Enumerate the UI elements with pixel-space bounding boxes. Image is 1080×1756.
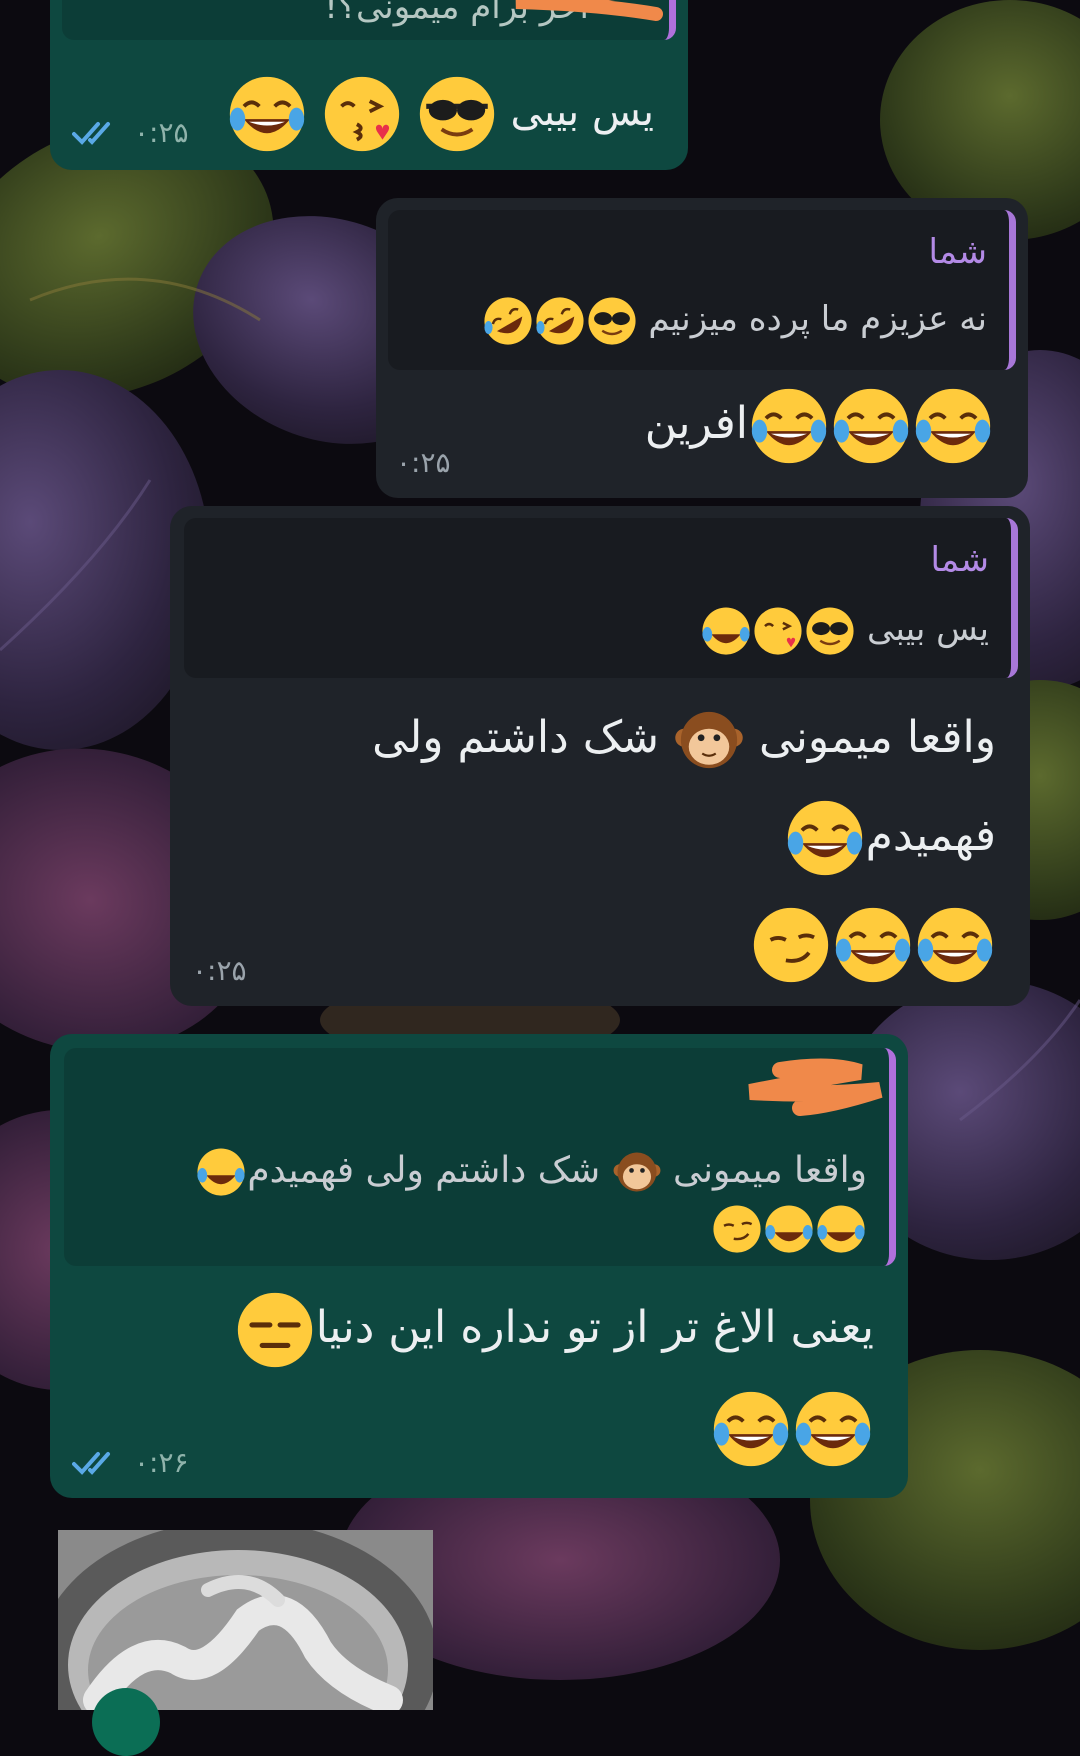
tears-of-joy-emoji bbox=[833, 388, 909, 464]
emoji-line bbox=[80, 1382, 874, 1472]
redacted-name-scribble bbox=[748, 1058, 883, 1116]
read-ticks-icon bbox=[72, 122, 110, 145]
tears-of-joy-emoji bbox=[915, 388, 991, 464]
tears-of-joy-emoji bbox=[835, 907, 911, 982]
expressionless-emoji bbox=[237, 1292, 312, 1368]
reply-preview[interactable]: شما نه عزیزم ما پرده میزنیم bbox=[388, 210, 1016, 370]
tears-of-joy-emoji bbox=[787, 800, 862, 876]
reply-author: شما bbox=[928, 232, 987, 272]
message-time: ۰:۲۵ bbox=[134, 116, 189, 149]
message-text: افرین bbox=[644, 398, 748, 449]
message-time: ۰:۲۵ bbox=[192, 954, 247, 987]
message-text: فهمیدم bbox=[865, 810, 996, 861]
sunglasses-emoji bbox=[419, 76, 494, 152]
reply-text: شک داشتم ولی فهمیدم bbox=[247, 1150, 601, 1191]
reply-text-line: نه عزیزم ما پرده میزنیم bbox=[406, 290, 987, 348]
message-time: ۰:۲۵ bbox=[396, 446, 451, 479]
message-bubble-outgoing[interactable]: آخر برام میمونی؟! یس بیبی ۰:۲۵ bbox=[50, 0, 688, 170]
reply-text-line: واقعا میمونی شک داشتم ولی فهمیدم bbox=[82, 1142, 867, 1200]
reply-preview[interactable]: شما یس بیبی bbox=[184, 518, 1018, 678]
message-text-line: فهمیدم bbox=[200, 790, 996, 882]
message-text-line: واقعا میمونی شک داشتم ولی bbox=[200, 692, 996, 784]
sunglasses-emoji bbox=[588, 296, 636, 345]
message-list[interactable]: آخر برام میمونی؟! یس بیبی ۰:۲۵ شما نه عز… bbox=[0, 0, 1080, 1756]
message-text: یعنی الاغ تر از تو نداره این دنیا bbox=[315, 1302, 874, 1353]
message-text: یس بیبی bbox=[510, 89, 654, 135]
smirk-emoji bbox=[753, 907, 829, 982]
message-text: شک داشتم ولی bbox=[372, 712, 659, 763]
message-text-line: یعنی الاغ تر از تو نداره این دنیا bbox=[80, 1282, 874, 1374]
rofl-emoji bbox=[536, 296, 584, 345]
reply-text: نه عزیزم ما پرده میزنیم bbox=[648, 299, 987, 339]
reply-text: یس بیبی bbox=[867, 609, 989, 649]
tears-of-joy-emoji bbox=[197, 1148, 245, 1196]
emoji-line bbox=[200, 898, 996, 988]
kiss-emoji bbox=[324, 76, 400, 152]
kiss-emoji bbox=[754, 606, 802, 655]
reply-text-line: یس بیبی bbox=[202, 600, 989, 658]
tears-of-joy-emoji bbox=[795, 1391, 871, 1466]
tears-of-joy-emoji bbox=[713, 1391, 789, 1466]
media-image bbox=[58, 1530, 433, 1710]
read-ticks-icon bbox=[72, 1452, 110, 1475]
message-bubble-outgoing[interactable]: واقعا میمونی شک داشتم ولی فهمیدم یعنی ال… bbox=[50, 1034, 908, 1498]
tears-of-joy-emoji bbox=[817, 1204, 865, 1253]
message-bubble-incoming[interactable]: شما نه عزیزم ما پرده میزنیم افرین ۰:۲۵ bbox=[376, 198, 1028, 498]
reply-text: واقعا میمونی bbox=[673, 1150, 867, 1191]
tears-of-joy-emoji bbox=[702, 606, 750, 655]
message-text-line: افرین bbox=[406, 378, 994, 470]
rofl-emoji bbox=[484, 296, 532, 345]
redacted-name-scribble bbox=[515, 0, 663, 21]
reply-emoji-line bbox=[82, 1198, 867, 1256]
media-message-thumbnail[interactable] bbox=[58, 1530, 433, 1710]
message-text: واقعا میمونی bbox=[758, 712, 996, 763]
tears-of-joy-emoji bbox=[917, 907, 993, 982]
message-time: ۰:۲۶ bbox=[134, 1446, 189, 1479]
smirk-emoji bbox=[713, 1204, 761, 1253]
tears-of-joy-emoji bbox=[230, 76, 305, 152]
tears-of-joy-emoji bbox=[765, 1204, 813, 1253]
monkey-face-emoji bbox=[675, 711, 743, 769]
tears-of-joy-emoji bbox=[751, 388, 827, 464]
play-button[interactable] bbox=[92, 1688, 160, 1756]
sunglasses-emoji bbox=[806, 606, 854, 655]
reply-author: شما bbox=[930, 540, 989, 580]
monkey-face-emoji bbox=[613, 1152, 661, 1192]
message-bubble-incoming[interactable]: شما یس بیبی واقعا میمونی شک داشتم ولی فه… bbox=[170, 506, 1030, 1006]
